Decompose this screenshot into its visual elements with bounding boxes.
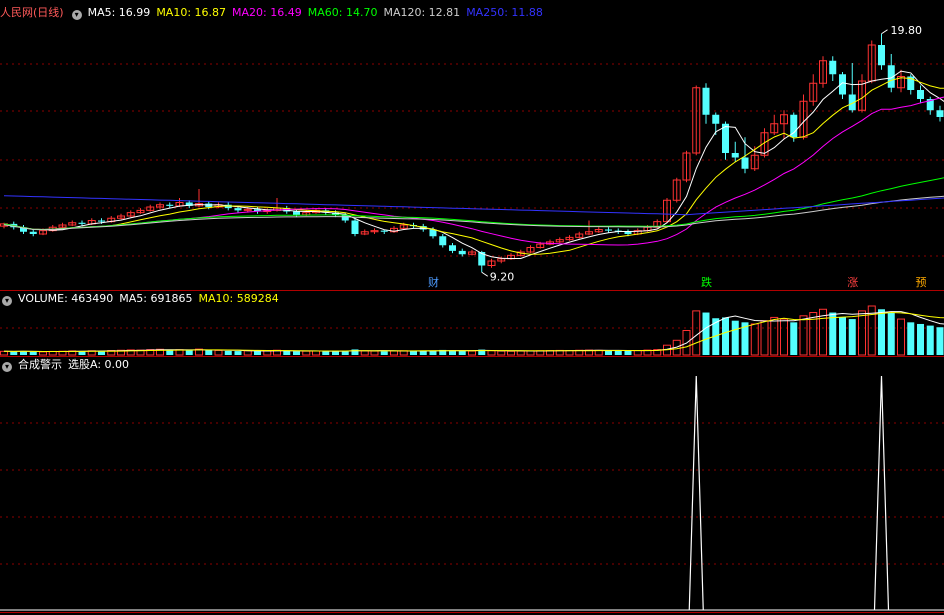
volume-bar <box>633 350 642 356</box>
volume-bar <box>770 316 779 356</box>
volume-bar <box>487 350 496 356</box>
low-pointer <box>481 271 489 277</box>
volume-bar <box>293 351 300 355</box>
ma60-line <box>3 177 944 231</box>
volume-bar <box>243 350 252 356</box>
volume-bar <box>799 315 808 356</box>
volume-bar <box>322 351 330 355</box>
event-marker: 预 <box>916 276 927 289</box>
volume-bar <box>390 350 398 356</box>
volume-bar <box>526 350 535 356</box>
volume-bar <box>702 312 710 355</box>
event-marker: 财 <box>428 275 439 289</box>
candle-body <box>702 87 710 115</box>
volume-bar <box>332 351 339 355</box>
volume-bar <box>205 350 213 355</box>
volume-bar <box>858 310 866 356</box>
candle-body <box>78 222 86 224</box>
volume-bar <box>254 351 261 355</box>
volume-bar <box>614 350 622 355</box>
volume-bar <box>839 317 846 355</box>
volume-bar <box>10 351 18 355</box>
volume-bar <box>848 319 856 355</box>
candle-body <box>439 236 447 246</box>
volume-ma5-line <box>3 311 944 352</box>
volume-bar <box>731 320 739 355</box>
volume-bar <box>605 350 612 355</box>
volume-bar <box>312 350 320 356</box>
volume-bar <box>224 350 232 355</box>
volume-bar <box>419 351 427 355</box>
low-price-label: 9.20 <box>490 270 515 283</box>
volume-bar <box>468 350 476 356</box>
volume-bar <box>185 350 193 355</box>
volume-bar <box>234 351 242 355</box>
volume-bar <box>214 349 223 356</box>
volume-bar <box>936 327 944 355</box>
volume-bar <box>750 323 759 356</box>
candle-body <box>380 230 388 232</box>
volume-bar <box>410 350 417 355</box>
volume-bar <box>624 350 632 355</box>
signal-spike <box>688 375 704 611</box>
volume-bar <box>878 309 885 355</box>
candle-body <box>351 220 359 234</box>
volume-bar <box>926 325 934 355</box>
volume-bar <box>497 350 506 356</box>
candle-body <box>624 231 632 234</box>
candle-body <box>917 90 924 99</box>
volume-bar <box>380 351 388 355</box>
candle-body <box>29 231 37 234</box>
volume-bar <box>458 350 466 355</box>
volume-bar <box>790 322 798 355</box>
chart-canvas[interactable]: 19.80 9.20 财 跌 涨 预 <box>0 0 944 615</box>
volume-bar <box>302 350 311 356</box>
volume-bar <box>897 318 905 356</box>
candle-body <box>98 220 105 222</box>
event-marker: 跌 <box>701 275 712 289</box>
candle-body <box>878 45 885 66</box>
candle-body <box>293 211 300 215</box>
volume-bar <box>907 322 915 355</box>
high-pointer <box>881 29 888 35</box>
ma120-line <box>3 195 944 231</box>
volume-bar <box>0 350 8 356</box>
signal-spike <box>873 375 890 611</box>
volume-bar <box>360 350 369 356</box>
event-marker: 涨 <box>847 276 858 289</box>
candle-body <box>605 229 612 231</box>
candle-body <box>234 208 242 211</box>
volume-bar <box>760 320 769 356</box>
volume-bar <box>283 350 291 355</box>
high-price-label: 19.80 <box>891 24 923 37</box>
volume-ma10-line <box>3 311 944 352</box>
candle-body <box>166 204 174 206</box>
volume-bar <box>887 312 895 355</box>
volume-bar <box>516 350 525 356</box>
ma250-line <box>3 195 944 216</box>
candle-body <box>449 245 456 251</box>
candle-body <box>712 114 720 124</box>
candle-body <box>829 60 837 75</box>
volume-bar <box>507 350 515 356</box>
volume-bar <box>780 318 788 356</box>
volume-bar <box>917 323 924 355</box>
candle-body <box>936 110 944 117</box>
candle-body <box>731 153 739 158</box>
volume-bar <box>263 350 272 356</box>
volume-bar <box>722 317 729 355</box>
volume-bar <box>39 351 47 356</box>
volume-bar <box>829 312 837 355</box>
volume-bar <box>370 350 379 356</box>
candle-body <box>458 250 466 255</box>
volume-bar <box>166 350 174 355</box>
candle-body <box>741 157 749 169</box>
volume-bar <box>29 351 37 355</box>
